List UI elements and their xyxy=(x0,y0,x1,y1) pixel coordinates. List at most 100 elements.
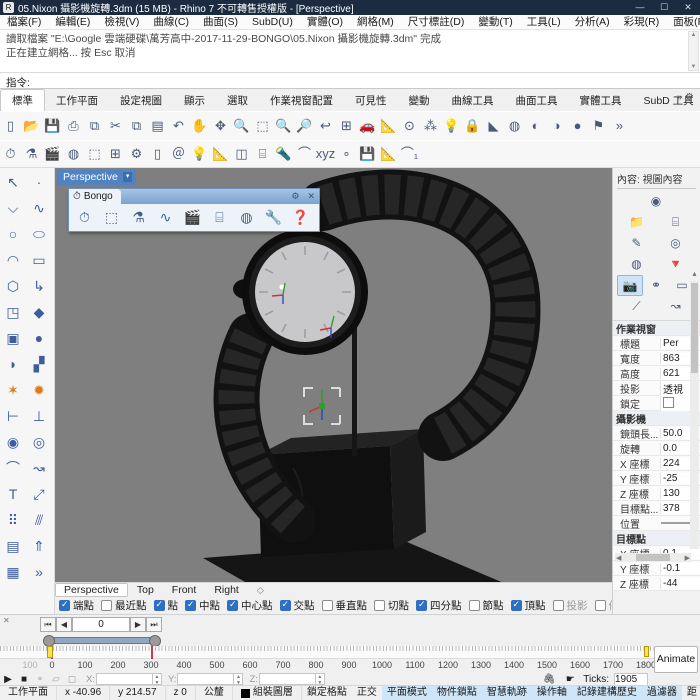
scroll-up-icon[interactable]: ▲ xyxy=(690,271,699,278)
patch-tool-icon[interactable]: ◆ xyxy=(27,300,51,324)
command-history-scrollbar[interactable]: ▲ ▼ xyxy=(688,31,699,71)
four-viewports-icon[interactable]: ⊞ xyxy=(336,115,357,137)
osnap-toggle[interactable]: 中點 xyxy=(185,598,220,613)
new-file-icon[interactable]: ▯ xyxy=(0,115,21,137)
print-icon[interactable]: ⎙ xyxy=(63,115,84,137)
grid-icon[interactable]: ⊞ xyxy=(105,143,126,165)
xyz-icon[interactable]: xyz xyxy=(315,143,336,165)
toolbar-tab[interactable]: 設定視圖 xyxy=(109,90,173,111)
bongo-stopwatch-icon[interactable]: ⏱ xyxy=(72,206,97,229)
status-toggle[interactable]: 記錄建構歷史 xyxy=(571,686,642,700)
osnap-toggle[interactable]: 投影 xyxy=(552,598,588,613)
checkbox-icon[interactable] xyxy=(374,600,385,611)
open-file-icon[interactable]: 📂 xyxy=(21,115,42,137)
osnap-toggle[interactable]: 點 xyxy=(153,598,178,613)
helix-tool-icon[interactable]: ↳ xyxy=(27,274,51,298)
ticks-input[interactable]: 1905 xyxy=(614,672,648,686)
rectangle-tool-icon[interactable]: ▭ xyxy=(27,248,51,272)
property-value[interactable]: -0.1 xyxy=(660,562,700,574)
perspective-viewport[interactable]: Perspective ▾ ⏱ Bongo ⚙ ✕ ⏱ ⬚ ⚗ ∿ 🎬 ⌸ ◍ 🔧 ❓ xyxy=(55,168,612,582)
checkbox-icon[interactable] xyxy=(279,599,291,611)
record-keyframe-icon[interactable]: ⚬ xyxy=(32,674,48,685)
cplane-icon[interactable]: 📐 xyxy=(378,115,399,137)
spinner[interactable]: ▲ ▼ xyxy=(233,674,242,686)
spinner[interactable]: ▲ ▼ xyxy=(314,674,324,686)
checkbox-icon[interactable] xyxy=(416,599,427,611)
object-keyframe-icon[interactable]: ◻ xyxy=(64,674,80,685)
solid-edit-tool-icon[interactable]: ▤ xyxy=(1,534,25,558)
array-tool-icon[interactable]: ⠿ xyxy=(1,508,25,532)
play-button[interactable]: ▶ xyxy=(0,674,16,685)
toolbar-tabs-overflow-icon[interactable]: » ⚙ xyxy=(673,92,698,103)
panel-vertical-scrollbar[interactable]: ▲ xyxy=(690,271,699,549)
menu-item[interactable]: 檢視(V) xyxy=(97,15,146,30)
menu-item[interactable]: 面板(P) xyxy=(666,15,700,30)
cplane-move-icon[interactable]: 📐 xyxy=(210,143,231,165)
status-toggle[interactable]: 正交 xyxy=(352,686,382,700)
pan-icon[interactable]: ✋ xyxy=(189,115,210,137)
blend-tool-icon[interactable]: ↝ xyxy=(27,456,51,480)
mirror-icon[interactable]: ◫ xyxy=(231,143,252,165)
dot-icon[interactable]: ∘ xyxy=(336,143,357,165)
current-frame-input[interactable]: 0 xyxy=(72,617,130,632)
bongo-clapper-icon[interactable]: 🎬 xyxy=(180,206,205,229)
osnap-toggle[interactable]: 頂點 xyxy=(510,598,546,613)
bongo-toolbar-titlebar[interactable]: ⏱ Bongo ⚙ ✕ xyxy=(69,189,319,204)
rendered-sphere-icon[interactable]: ● xyxy=(567,115,588,137)
checkbox-icon[interactable] xyxy=(594,600,606,611)
objects-icon[interactable]: ⬚ xyxy=(84,143,105,165)
explode-tool-icon[interactable]: ✹ xyxy=(27,378,51,402)
menu-item[interactable]: 工具(L) xyxy=(520,15,568,30)
toolbar-tab[interactable]: 顯示 xyxy=(173,90,216,111)
wire-sphere-icon[interactable]: ◑ xyxy=(546,115,567,137)
checkbox-icon[interactable] xyxy=(185,599,196,611)
vehicle-icon[interactable]: 🚗 xyxy=(357,115,378,137)
camera-tab-icon[interactable]: 📷 xyxy=(617,275,643,296)
scroll-right-icon[interactable]: ▶ xyxy=(685,554,690,562)
status-toggle[interactable]: 平面模式 xyxy=(381,686,432,700)
cplane-small-icon[interactable]: 📐 xyxy=(378,143,399,165)
menu-item[interactable]: 尺寸標註(D) xyxy=(401,15,472,30)
checkbox-icon[interactable] xyxy=(101,600,112,611)
axis-value-input[interactable]: ▲ ▼ xyxy=(177,673,244,686)
extrude-tool-icon[interactable]: ⇑ xyxy=(27,534,51,558)
osnap-toggle[interactable]: 端點 xyxy=(59,598,94,613)
viewport-tab[interactable]: Front xyxy=(163,584,206,596)
panel-horizontal-scrollbar[interactable]: ◀ ▶ xyxy=(615,553,691,562)
save-icon[interactable]: 💾 xyxy=(42,115,63,137)
polygon-tool-icon[interactable]: ⬡ xyxy=(1,274,25,298)
text-tool-icon[interactable]: T xyxy=(1,482,25,506)
next-frame-button[interactable]: ▶ xyxy=(130,617,146,632)
osnap-toggle[interactable]: 中心點 xyxy=(227,598,273,613)
bongo-keyframe-icon[interactable]: ⚗ xyxy=(126,206,151,229)
options-gear-icon[interactable]: ⚙ xyxy=(126,143,147,165)
material-pen-icon[interactable]: ✎ xyxy=(617,233,656,254)
polyline-tool-icon[interactable]: ⌵ xyxy=(1,196,25,220)
circle-center-icon[interactable]: ⊙ xyxy=(399,115,420,137)
menu-item[interactable]: 檔案(F) xyxy=(0,15,48,30)
first-frame-button[interactable]: ⏮ xyxy=(40,617,56,632)
pointer-hand-icon[interactable]: ☛ xyxy=(562,674,578,685)
bongo-floating-toolbar[interactable]: ⏱ Bongo ⚙ ✕ ⏱ ⬚ ⚗ ∿ 🎬 ⌸ ◍ 🔧 ❓ xyxy=(68,188,320,232)
menu-item[interactable]: 分析(A) xyxy=(568,15,617,30)
cage-edit-tool-icon[interactable]: ▦ xyxy=(1,560,25,584)
status-toggle[interactable]: 鎖定格點 xyxy=(302,686,352,700)
projector-icon[interactable]: ⌸ xyxy=(252,143,273,165)
spotlight-icon[interactable]: 🔦 xyxy=(273,143,294,165)
color-wheel-icon[interactable]: ◍ xyxy=(504,115,525,137)
command-history[interactable]: 讀取檔案 "E:\Google 雲端硬碟\萬芳高中-2017-11-29-BON… xyxy=(0,30,700,72)
viewport-tab[interactable]: Top xyxy=(128,584,163,596)
flag-icon[interactable]: ⚑ xyxy=(588,115,609,137)
sweep-tool-icon[interactable]: ▞ xyxy=(27,352,51,376)
ellipse-tool-icon[interactable]: ⬭ xyxy=(27,222,51,246)
import-icon[interactable]: ⧉ xyxy=(84,115,105,137)
command-prompt[interactable]: 指令: xyxy=(0,72,700,89)
osnap-toggle[interactable]: 節點 xyxy=(468,598,504,613)
end-keyframe-marker[interactable] xyxy=(644,646,649,657)
axis-value-input[interactable]: ▲ ▼ xyxy=(258,673,325,686)
toolbar-tab[interactable]: 工作平面 xyxy=(45,90,109,111)
status-toggle[interactable]: 過濾器 xyxy=(641,686,682,700)
split-tool-icon[interactable]: ⊥ xyxy=(27,404,51,428)
status-toggle[interactable]: 物件鎖點 xyxy=(431,686,482,700)
save-small-icon[interactable]: 💾 xyxy=(357,143,378,165)
